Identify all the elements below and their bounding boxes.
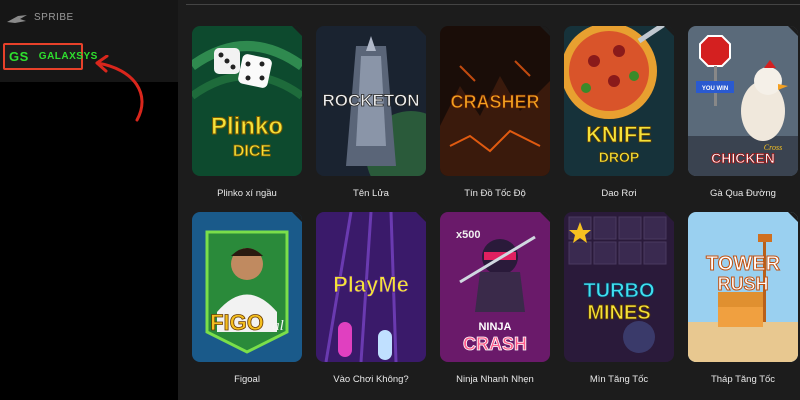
game-thumbnail[interactable]: ROCKETON xyxy=(316,26,426,176)
spribe-logo-icon xyxy=(6,13,27,23)
game-title[interactable]: Mìn Tăng Tốc xyxy=(556,374,682,385)
gs-logo-icon: GS xyxy=(9,49,29,64)
art-subtitle: al xyxy=(272,318,284,334)
game-title[interactable]: Tên Lửa xyxy=(308,188,434,199)
art-subtitle: DROP xyxy=(599,149,639,165)
game-thumbnail[interactable]: TURBO MINES xyxy=(564,212,674,362)
art-title: KNIFE xyxy=(586,122,652,147)
game-title[interactable]: Plinko xí ngầu xyxy=(184,188,310,199)
game-thumbnail[interactable]: Plinko DICE xyxy=(192,26,302,176)
art-multiplier: x500 xyxy=(456,229,480,241)
art-subtitle: MINES xyxy=(587,302,650,324)
sidebar: SPRIBE GS GALAXSYS xyxy=(0,0,178,400)
game-title[interactable]: Dao Rơi xyxy=(556,188,682,199)
divider xyxy=(186,4,800,5)
arrow-annotation-icon xyxy=(95,55,144,122)
game-title[interactable]: Tín Đồ Tốc Độ xyxy=(432,188,558,199)
game-thumbnail[interactable]: x500 NINJA CRASH xyxy=(440,212,550,362)
art-title: CRASHER xyxy=(450,92,539,112)
art-subtitle: DICE xyxy=(233,143,272,160)
game-title[interactable]: Tháp Tăng Tốc xyxy=(680,374,800,385)
game-title[interactable]: Figoal xyxy=(184,374,310,385)
art-title: TURBO xyxy=(583,280,654,302)
art-title: NINJA xyxy=(478,321,511,333)
provider-spribe[interactable]: SPRIBE xyxy=(6,12,74,23)
provider-galaxsys[interactable]: GS GALAXSYS xyxy=(3,43,97,70)
art-title: CHICKEN xyxy=(711,150,775,166)
game-thumbnail[interactable]: TOWER RUSH xyxy=(688,212,798,362)
game-title[interactable]: Vào Chơi Không? xyxy=(308,374,434,385)
game-thumbnail[interactable]: PlayMe xyxy=(316,212,426,362)
art-subtitle: RUSH xyxy=(717,274,768,294)
art-title: ROCKETON xyxy=(323,91,420,110)
art-title: TOWER xyxy=(706,253,781,275)
game-thumbnail[interactable]: CRASHER xyxy=(440,26,550,176)
game-thumbnail[interactable]: KNIFE DROP xyxy=(564,26,674,176)
art-sign: YOU WIN xyxy=(702,86,728,92)
art-title: FIGO xyxy=(210,310,264,335)
provider-label: SPRIBE xyxy=(34,12,74,23)
game-title[interactable]: Ninja Nhanh Nhẹn xyxy=(432,374,558,385)
art-title: PlayMe xyxy=(333,272,409,297)
art-subtitle: CRASH xyxy=(463,334,527,354)
game-thumbnail[interactable]: FIGO al xyxy=(192,212,302,362)
game-thumbnail[interactable]: YOU WIN Cross CHICKEN xyxy=(688,26,798,176)
game-title[interactable]: Gà Qua Đường xyxy=(680,188,800,199)
art-title: Plinko xyxy=(211,113,283,140)
